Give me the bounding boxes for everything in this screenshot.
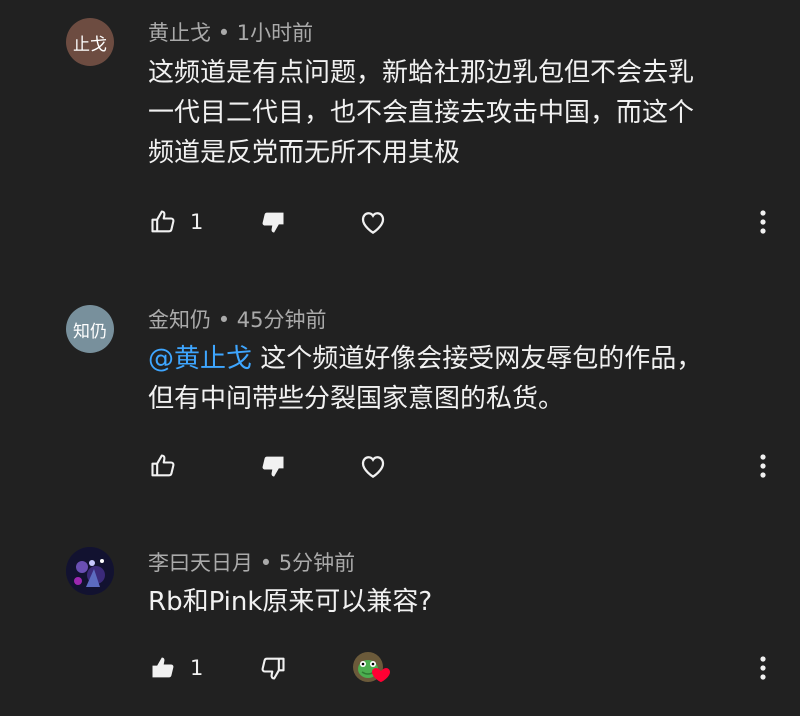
comment-meta: 李曰天日月 • 5分钟前: [148, 547, 355, 577]
meta-separator: •: [259, 551, 273, 575]
creator-heart-icon: [352, 651, 392, 685]
comment-line: Rb和Pink原来可以兼容?: [148, 587, 433, 617]
thumb-down-icon[interactable]: [258, 653, 288, 683]
comment-item: 李曰天日月 • 5分钟前 Rb和Pink原来可以兼容? 1: [0, 0, 800, 716]
more-vertical-icon[interactable]: [748, 651, 778, 685]
comment-actions: 1: [148, 651, 392, 685]
comment-text: Rb和Pink原来可以兼容?: [148, 582, 768, 622]
avatar[interactable]: [66, 547, 114, 595]
thumb-up-icon[interactable]: [148, 653, 178, 683]
comment-time[interactable]: 5分钟前: [279, 551, 355, 575]
author-name[interactable]: 李曰天日月: [148, 551, 253, 575]
avatar-image: [66, 547, 114, 595]
like-count: 1: [190, 656, 204, 680]
